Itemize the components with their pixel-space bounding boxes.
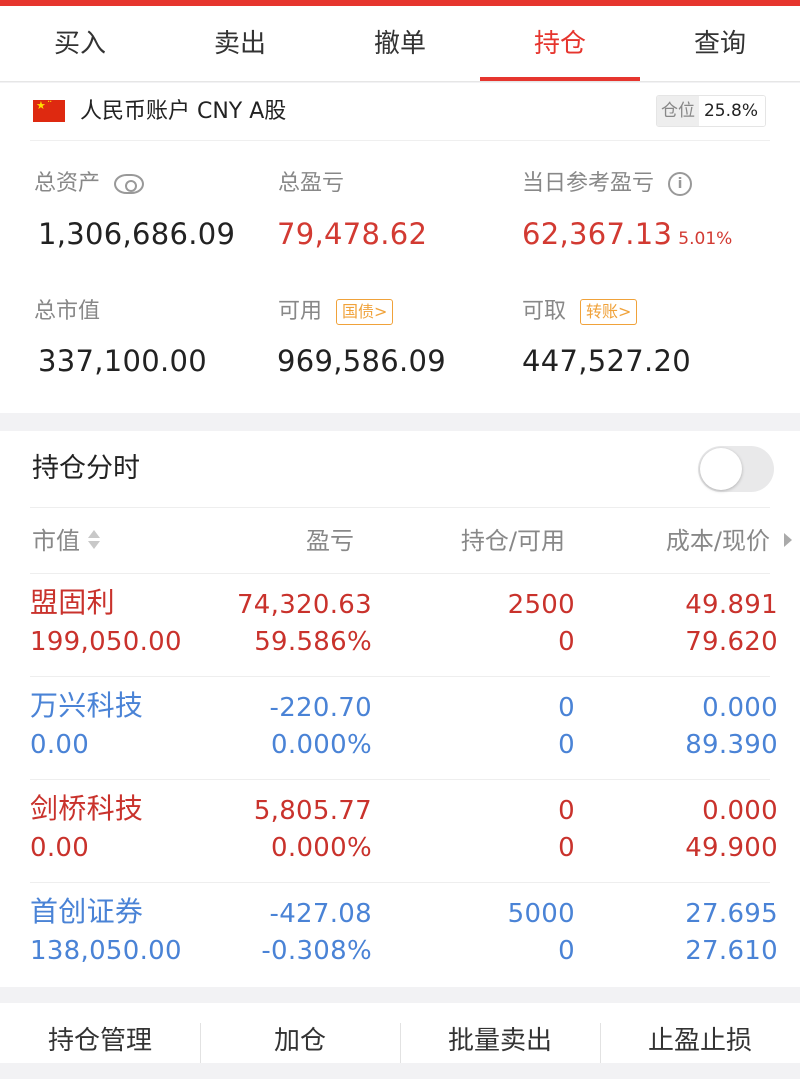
holding-row[interactable]: 万兴科技 0.00 -220.70 0.000% 0 0 0.000 89.39… xyxy=(0,677,800,780)
stock-market-value: 138,050.00 xyxy=(30,936,182,966)
withdrawable-label: 可取 xyxy=(522,299,567,324)
total-pl-label-row: 总盈亏 xyxy=(278,169,344,199)
stock-price: 49.900 xyxy=(685,833,778,863)
info-icon[interactable]: i xyxy=(668,171,693,196)
stock-price: 89.390 xyxy=(685,730,778,760)
transfer-button[interactable]: 转账> xyxy=(580,298,638,325)
holdings-panel: 持仓分时 市值 盈亏 持仓/可用 成本/现价 盟固利 199,050.00 74… xyxy=(0,431,800,987)
stock-available: 0 xyxy=(558,833,575,863)
today-pl-row: 62,367.13 5.01% xyxy=(522,216,732,252)
stock-pl-percent: 0.000% xyxy=(271,833,372,863)
stock-hold: 0 xyxy=(558,693,575,723)
stock-hold: 2500 xyxy=(507,590,575,620)
stock-cost: 0.000 xyxy=(702,693,778,723)
china-flag-icon xyxy=(33,97,65,122)
stock-name: 首创证券 xyxy=(30,895,144,928)
total-pl-label: 总盈亏 xyxy=(278,171,345,196)
holding-row[interactable]: 剑桥科技 0.00 5,805.77 0.000% 0 0 0.000 49.9… xyxy=(0,780,800,883)
stock-pl-percent: 0.000% xyxy=(271,730,372,760)
stock-pl-percent: -0.308% xyxy=(261,936,372,966)
col-hold-available: 持仓/可用 xyxy=(460,527,565,555)
sort-icon xyxy=(88,528,100,552)
stock-available: 0 xyxy=(558,627,575,657)
stock-price: 79.620 xyxy=(685,627,778,657)
holding-row[interactable]: 盟固利 199,050.00 74,320.63 59.586% 2500 0 … xyxy=(0,574,800,677)
stock-hold: 0 xyxy=(558,796,575,826)
tab-sell[interactable]: 卖出 xyxy=(160,6,320,81)
stock-cost: 27.695 xyxy=(685,899,778,929)
available-value: 969,586.09 xyxy=(277,344,447,378)
stock-available: 0 xyxy=(558,730,575,760)
holdings-timeshare-title: 持仓分时 xyxy=(32,453,140,484)
available-label-row: 可用 国债> xyxy=(278,297,394,327)
batch-sell-button[interactable]: 批量卖出 xyxy=(400,1003,600,1063)
market-value-label: 总市值 xyxy=(34,299,101,324)
today-pl-label-row: 当日参考盈亏 i xyxy=(522,169,693,199)
account-summary: 人民币账户 CNY A股 仓位 25.8% 总资产 1,306,686.09 总… xyxy=(0,83,800,413)
stock-cost: 49.891 xyxy=(685,590,778,620)
stock-pl: -427.08 xyxy=(269,899,372,929)
tab-positions[interactable]: 持仓 xyxy=(480,6,640,81)
eye-icon[interactable] xyxy=(114,173,145,194)
col-pl: 盈亏 xyxy=(306,527,354,555)
divider xyxy=(30,507,770,508)
today-pl-value: 62,367.13 xyxy=(522,217,673,251)
stock-pl: -220.70 xyxy=(269,693,372,723)
total-assets-value: 1,306,686.09 xyxy=(38,217,236,251)
stock-market-value: 0.00 xyxy=(30,730,90,760)
account-header: 人民币账户 CNY A股 仓位 25.8% xyxy=(30,83,770,141)
add-position-button[interactable]: 加仓 xyxy=(200,1003,400,1063)
toggle-knob xyxy=(700,448,742,490)
tab-cancel[interactable]: 撤单 xyxy=(320,6,480,81)
trade-tabs: 买入 卖出 撤单 持仓 查询 xyxy=(0,6,800,82)
stock-pl: 5,805.77 xyxy=(253,796,372,826)
bottom-action-bar: 持仓管理 加仓 批量卖出 止盈止损 xyxy=(0,1003,800,1063)
total-assets-label: 总资产 xyxy=(34,171,101,196)
stock-name: 盟固利 xyxy=(30,586,115,619)
position-ratio-value: 25.8% xyxy=(698,96,765,126)
position-ratio-label: 仓位 xyxy=(656,96,699,126)
market-value-label-row: 总市值 xyxy=(34,297,100,327)
stock-pl-percent: 59.586% xyxy=(254,627,372,657)
withdrawable-label-row: 可取 转账> xyxy=(522,297,638,327)
stock-market-value: 0.00 xyxy=(30,833,90,863)
stock-hold: 5000 xyxy=(507,899,575,929)
tab-query[interactable]: 查询 xyxy=(640,6,800,81)
position-management-button[interactable]: 持仓管理 xyxy=(0,1003,200,1063)
today-pl-label: 当日参考盈亏 xyxy=(522,171,655,196)
stock-available: 0 xyxy=(558,936,575,966)
stock-price: 27.610 xyxy=(685,936,778,966)
withdrawable-value: 447,527.20 xyxy=(522,344,692,378)
today-pl-percent: 5.01% xyxy=(678,229,733,249)
col-cost-price: 成本/现价 xyxy=(665,527,770,555)
stock-market-value: 199,050.00 xyxy=(30,627,182,657)
position-ratio-badge: 仓位 25.8% xyxy=(655,95,766,127)
take-profit-stop-loss-button[interactable]: 止盈止损 xyxy=(600,1003,800,1063)
stock-name: 万兴科技 xyxy=(30,689,144,722)
holdings-timeshare-toggle[interactable] xyxy=(698,446,774,492)
treasury-bond-button[interactable]: 国债> xyxy=(336,298,394,325)
market-value-value: 337,100.00 xyxy=(38,344,208,378)
stock-name: 剑桥科技 xyxy=(30,792,144,825)
col-market-value-label: 市值 xyxy=(32,527,80,555)
stock-cost: 0.000 xyxy=(702,796,778,826)
tab-buy[interactable]: 买入 xyxy=(0,6,160,81)
available-label: 可用 xyxy=(278,299,323,324)
holding-row[interactable]: 首创证券 138,050.00 -427.08 -0.308% 5000 0 2… xyxy=(0,883,800,986)
stock-pl: 74,320.63 xyxy=(236,590,372,620)
total-pl-value: 79,478.62 xyxy=(277,217,428,251)
account-name: 人民币账户 CNY A股 xyxy=(80,99,287,124)
total-assets-label-row: 总资产 xyxy=(34,169,145,199)
chevron-right-icon[interactable] xyxy=(784,533,792,547)
col-market-value[interactable]: 市值 xyxy=(32,525,100,557)
